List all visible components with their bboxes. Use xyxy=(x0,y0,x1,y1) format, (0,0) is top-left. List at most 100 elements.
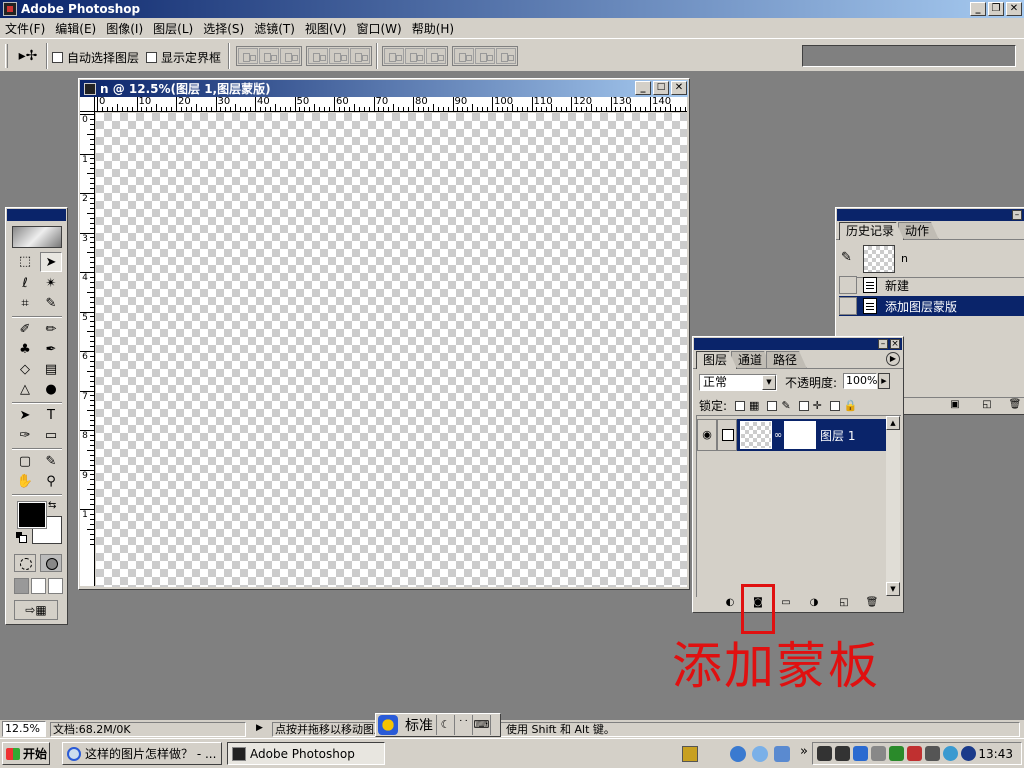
tray-network-icon[interactable] xyxy=(853,746,868,761)
align-bottom-edges-icon[interactable] xyxy=(280,48,300,64)
dodge-tool-icon[interactable]: ● xyxy=(40,380,62,400)
media-player-icon[interactable] xyxy=(730,746,746,762)
tray-status-icon[interactable] xyxy=(961,746,976,761)
blend-mode-select[interactable]: 正常 ▼ xyxy=(699,374,777,391)
history-brush-slot[interactable] xyxy=(839,276,857,294)
layer-style-icon[interactable]: ◐ xyxy=(723,597,737,610)
pen-tool-icon[interactable]: ✑ xyxy=(14,426,36,446)
tray-security-icon[interactable] xyxy=(889,746,904,761)
close-button[interactable]: ✕ xyxy=(1006,2,1022,16)
tray-app-icon[interactable] xyxy=(817,746,832,761)
adjustment-layer-icon[interactable]: ◑ xyxy=(807,597,821,610)
layers-panel-minimize-button[interactable]: – xyxy=(878,339,888,349)
quicklaunch-chevron-icon[interactable]: » xyxy=(800,744,808,759)
desktop-icon[interactable] xyxy=(774,746,790,762)
taskbar-item-photoshop[interactable]: Adobe Photoshop xyxy=(227,742,385,765)
layer-row-selected[interactable]: ∞ 图层 1 xyxy=(737,419,886,451)
layers-panel-title-bar[interactable]: – × xyxy=(694,338,902,350)
menu-select[interactable]: 选择(S) xyxy=(198,20,249,37)
tray-update-icon[interactable] xyxy=(943,746,958,761)
align-left-edges-icon[interactable] xyxy=(308,48,328,64)
gradient-tool-icon[interactable]: ▤ xyxy=(40,360,62,380)
menu-window[interactable]: 窗口(W) xyxy=(351,20,406,37)
magic-wand-tool-icon[interactable]: ✴ xyxy=(40,274,62,294)
history-item-add-layer-mask[interactable]: 添加图层蒙版 xyxy=(839,296,1024,316)
restore-button[interactable]: ❐ xyxy=(988,2,1004,16)
standard-screen-mode-button[interactable] xyxy=(14,578,29,594)
align-horizontal-centers-icon[interactable] xyxy=(329,48,349,64)
ie-icon[interactable] xyxy=(752,746,768,762)
menu-help[interactable]: 帮助(H) xyxy=(407,20,459,37)
tray-volume-icon[interactable] xyxy=(925,746,940,761)
palette-well[interactable] xyxy=(802,45,1016,67)
distribute-right-icon[interactable] xyxy=(496,48,516,64)
distribute-hcenter-icon[interactable] xyxy=(475,48,495,64)
transparent-canvas[interactable] xyxy=(96,113,687,587)
lock-all-checkbox[interactable] xyxy=(829,400,840,411)
lock-image-checkbox[interactable] xyxy=(767,400,778,411)
document-minimize-button[interactable]: _ xyxy=(635,81,651,95)
type-tool-icon[interactable]: T xyxy=(40,406,62,426)
crop-tool-icon[interactable]: ⌗ xyxy=(14,294,36,314)
foreground-color-swatch[interactable] xyxy=(17,501,47,529)
history-panel-minimize-button[interactable]: – xyxy=(1012,210,1022,220)
lasso-tool-icon[interactable]: ℓ xyxy=(14,274,36,294)
soft-keyboard-icon[interactable]: ⌨ xyxy=(473,715,491,735)
toolbox-title-bar[interactable] xyxy=(7,209,66,221)
blur-tool-icon[interactable]: △ xyxy=(14,380,36,400)
opacity-slider-arrow[interactable]: ▶ xyxy=(878,373,890,389)
document-title-bar[interactable]: n @ 12.5%(图层 1,图层蒙版) _ □ ✕ xyxy=(80,80,688,97)
distribute-top-icon[interactable] xyxy=(384,48,404,64)
tab-actions[interactable]: 动作 xyxy=(898,222,939,240)
document-close-button[interactable]: ✕ xyxy=(671,81,687,95)
layer-row[interactable]: ◉ ∞ 图层 1 xyxy=(697,418,886,452)
slice-tool-icon[interactable]: ✎ xyxy=(40,294,62,314)
eye-icon[interactable]: ◉ xyxy=(697,419,717,451)
tray-settings-icon[interactable] xyxy=(871,746,886,761)
menu-view[interactable]: 视图(V) xyxy=(300,20,352,37)
align-top-edges-icon[interactable] xyxy=(238,48,258,64)
half-width-moon-icon[interactable]: ☾ xyxy=(437,715,455,735)
move-tool-preset-icon[interactable]: ▸✢ xyxy=(14,46,42,66)
tab-layers[interactable]: 图层 xyxy=(696,351,737,369)
new-snapshot-icon[interactable]: ◱ xyxy=(980,399,994,412)
swap-colors-icon[interactable]: ⇆ xyxy=(48,500,56,511)
default-colors-icon[interactable] xyxy=(16,532,27,543)
distribute-center-icon[interactable] xyxy=(405,48,425,64)
document-maximize-button[interactable]: □ xyxy=(653,81,669,95)
new-layer-set-icon[interactable]: ▭ xyxy=(779,597,793,610)
show-bounding-box-box[interactable] xyxy=(146,52,157,63)
auto-select-layer-checkbox[interactable]: 自动选择图层 xyxy=(52,49,139,66)
show-bounding-box-checkbox[interactable]: 显示定界框 xyxy=(146,49,221,66)
layer-thumbnail[interactable] xyxy=(740,421,772,449)
standard-mode-button[interactable] xyxy=(14,554,36,572)
lock-transparency-checkbox[interactable] xyxy=(735,400,746,411)
layer-mask-thumbnail[interactable] xyxy=(784,421,816,449)
history-brush-source-icon[interactable]: ✎ xyxy=(841,250,857,268)
horizontal-ruler[interactable]: 0 10 20 30 40 50 60 70 80 90 100 110 120 130 140 xyxy=(95,97,687,112)
layers-panel-close-button[interactable]: × xyxy=(890,339,900,349)
language-bar-icon[interactable] xyxy=(682,746,698,762)
history-panel-title-bar[interactable]: – xyxy=(837,209,1024,221)
brush-tool-icon[interactable]: ✏ xyxy=(40,320,62,340)
punctuation-icon[interactable]: ˙˙ xyxy=(455,715,473,735)
history-brush-slot[interactable] xyxy=(839,297,857,315)
history-brush-tool-icon[interactable]: ✒ xyxy=(40,340,62,360)
clone-stamp-tool-icon[interactable]: ♣ xyxy=(14,340,36,360)
lock-position-checkbox[interactable] xyxy=(798,400,809,411)
layers-scrollbar[interactable]: ▲ ▼ xyxy=(886,416,900,596)
menu-edit[interactable]: 编辑(E) xyxy=(50,20,101,37)
menu-filter[interactable]: 滤镜(T) xyxy=(249,20,300,37)
options-bar-grip[interactable] xyxy=(5,44,8,68)
rectangle-tool-icon[interactable]: ▭ xyxy=(40,426,62,446)
minimize-button[interactable]: _ xyxy=(970,2,986,16)
distribute-bottom-icon[interactable] xyxy=(426,48,446,64)
tray-app-icon[interactable] xyxy=(835,746,850,761)
full-screen-mode-button[interactable] xyxy=(48,578,63,594)
status-menu-arrow-icon[interactable]: ▶ xyxy=(256,723,263,733)
marquee-tool-icon[interactable]: ⬚ xyxy=(14,252,36,272)
history-snapshot[interactable]: ✎ n xyxy=(839,242,1024,278)
new-layer-icon[interactable]: ◱ xyxy=(837,597,851,610)
menu-image[interactable]: 图像(I) xyxy=(101,20,148,37)
move-tool-icon[interactable]: ➤ xyxy=(40,252,62,272)
